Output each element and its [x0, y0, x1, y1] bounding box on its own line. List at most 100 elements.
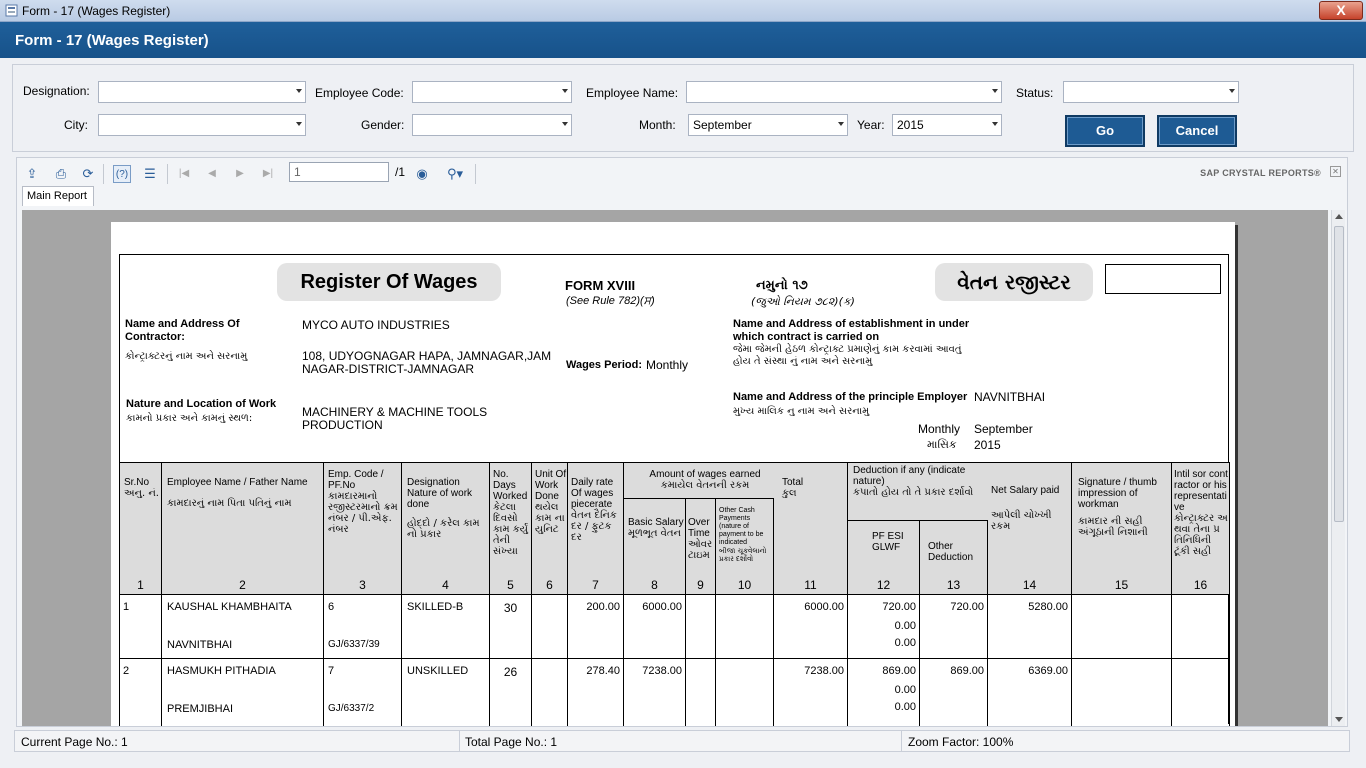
last-page-icon[interactable]: ▶| [259, 165, 277, 183]
table-row: 2 HASMUKH PITHADIA PREMJIBHAI 7 GJ/6337/2 … [119, 658, 1230, 726]
scrollbar-thumb[interactable] [1334, 226, 1344, 522]
total-page-status: Total Page No.: 1 [465, 735, 558, 749]
col-header-initials: Intil sor contractor or his representati… [1171, 462, 1230, 595]
city-label: City: [64, 118, 88, 132]
group-tree-icon[interactable]: ☰ [141, 165, 159, 183]
year-label: Year: [857, 118, 885, 132]
col-header-pf: Deduction if any (indicate nature) કપાતો … [847, 462, 988, 595]
help-icon[interactable]: (?) [113, 165, 131, 183]
gender-label: Gender: [361, 118, 405, 132]
page-total: /1 [395, 165, 406, 179]
report-page: Register Of Wages FORM XVIII (See Rule 7… [111, 222, 1235, 726]
work-value: MACHINERY & MACHINE TOOLS PRODUCTION [302, 405, 488, 432]
status-select[interactable] [1063, 81, 1239, 103]
establishment-label: Name and Address of establishment in und… [733, 318, 970, 343]
designation-label: Designation: [23, 84, 90, 98]
contractor-name: MYCO AUTO INDUSTRIES [302, 318, 450, 332]
window-close-button[interactable]: X [1319, 1, 1363, 20]
form-rule: (See Rule 782)(ਸ) [566, 295, 655, 307]
wages-table: Sr.No અનુ. નં. 1 Employee Name / Father Na… [119, 462, 1230, 726]
close-icon[interactable]: ✕ [1330, 166, 1341, 177]
status-label: Status: [1016, 86, 1054, 100]
work-label-gujarati: કામનો પ્રકાર અને કામનું સ્થળ: [126, 413, 253, 424]
col-header-name: Employee Name / Father Name કામદારનું નામ… [161, 462, 324, 595]
monthly-label-gujarati: માસિક [927, 438, 957, 451]
col-header-sr: Sr.No અનુ. નં. 1 [119, 462, 162, 595]
col-header-code: Emp. Code / PF.No કામદારમાનો રજીસ્ટરમાનો … [323, 462, 402, 595]
designation-select[interactable] [98, 81, 306, 103]
col-header-designation: Designation Nature of work done હોદ્દો / … [401, 462, 490, 595]
window-title: Form - 17 (Wages Register) [22, 4, 171, 18]
page-header: Form - 17 (Wages Register) [0, 22, 1366, 58]
employee-name-label: Employee Name: [586, 86, 679, 100]
page-title: Form - 17 (Wages Register) [15, 32, 209, 49]
chevron-down-icon [838, 122, 844, 126]
form-number-gujarati: નમુનો ૧૭ [756, 278, 808, 293]
work-label: Nature and Location of Work [126, 398, 277, 410]
chevron-down-icon [562, 122, 568, 126]
col-header-unit: Unit Of Work Done થયેલ કામ ના યુનિટ 6 [531, 462, 568, 595]
status-bar: Current Page No.: 1 Total Page No.: 1 Zo… [14, 730, 1350, 752]
tab-main-report[interactable]: Main Report [22, 186, 94, 206]
col-header-signature: Signature / thumb impression of workman ક… [1071, 462, 1172, 595]
chevron-down-icon [992, 89, 998, 93]
go-button[interactable]: Go [1065, 115, 1145, 147]
principal-employer-label-gujarati: મુખ્ય માલિક નુ નામ અને સરનામુ [733, 406, 870, 417]
employee-code-label: Employee Code: [315, 86, 404, 100]
deduction-group-header: Deduction if any (indicate nature) કપાતો … [848, 463, 988, 521]
find-icon[interactable]: ◉ [413, 165, 431, 183]
gender-select[interactable] [412, 114, 572, 136]
print-icon[interactable]: ⎙ [52, 165, 70, 183]
window-titlebar: Form - 17 (Wages Register) X [0, 0, 1366, 22]
chevron-down-icon [296, 89, 302, 93]
contractor-label-gujarati: કોન્ટ્રાક્ટરનું નામ અને સરનામુ [125, 351, 248, 362]
principal-employer-value: NAVNITBHAI [974, 390, 1046, 404]
filter-panel: Designation: Employee Code: Employee Nam… [12, 64, 1354, 152]
report-year: 2015 [974, 438, 1001, 452]
wages-period-value: Monthly [646, 358, 689, 372]
current-page-status: Current Page No.: 1 [21, 735, 128, 749]
chevron-down-icon [562, 89, 568, 93]
cancel-button[interactable]: Cancel [1157, 115, 1237, 147]
chevron-down-icon [1229, 89, 1235, 93]
prev-page-icon[interactable]: ◀ [203, 165, 221, 183]
table-header-row: Sr.No અનુ. નં. 1 Employee Name / Father Na… [119, 462, 1230, 595]
first-page-icon[interactable]: |◀ [175, 165, 193, 183]
col-header-rate: Daily rate Of wages piecerate વેતન દૈનિક … [567, 462, 624, 595]
wages-group-header: Amount of wages earned કમાયેલ વેતનની રકમ [624, 463, 774, 499]
zoom-status: Zoom Factor: 100% [908, 735, 1014, 749]
page-number-input[interactable]: 1 [289, 162, 389, 182]
report-month: September [974, 422, 1033, 436]
vertical-scrollbar[interactable] [1331, 210, 1345, 726]
chevron-down-icon [296, 122, 302, 126]
employee-code-select[interactable] [412, 81, 572, 103]
scroll-up-icon[interactable] [1335, 214, 1343, 219]
contractor-label: Name and Address Of Contractor: [125, 318, 240, 343]
report-viewer: ⇪ ⎙ ⟳ (?) ☰ |◀ ◀ ▶ ▶| 1 /1 ◉ ⚲▾ SAP CRYS… [16, 157, 1348, 727]
contractor-address: 108, UDYOGNAGAR HAPA, JAMNAGAR,JAMNAGAR-… [302, 349, 552, 376]
chevron-down-icon [992, 122, 998, 126]
crystal-reports-brand: SAP CRYSTAL REPORTS® [1200, 168, 1321, 178]
refresh-icon[interactable]: ⟳ [79, 165, 97, 183]
monthly-label: Monthly [918, 422, 961, 436]
form-number: FORM XVIII [565, 278, 636, 293]
table-row: 1 KAUSHAL KHAMBHAITA NAVNITBHAI 6 GJ/6337/… [119, 594, 1230, 659]
employee-name-select[interactable] [686, 81, 1002, 103]
year-select[interactable]: 2015 [892, 114, 1002, 136]
col-header-days: No. Days Worked કેટલા દિવસો કામ કર્યું તે… [489, 462, 532, 595]
stamp-box [1105, 264, 1221, 294]
next-page-icon[interactable]: ▶ [231, 165, 249, 183]
month-select[interactable]: September [688, 114, 848, 136]
wages-period-label: Wages Period: [566, 359, 642, 371]
col-header-total: Total કુલ 11 [773, 462, 848, 595]
zoom-icon[interactable]: ⚲▾ [441, 165, 469, 183]
col-header-net: Net Salary paid આપેલી ચોખ્ખી રકમ 14 [987, 462, 1072, 595]
scroll-down-icon[interactable] [1335, 717, 1343, 722]
report-canvas: Register Of Wages FORM XVIII (See Rule 7… [22, 210, 1328, 726]
month-label: Month: [639, 118, 676, 132]
establishment-label-gujarati: જેમા જેમની હેઠળ કોન્ટ્રાક્ટ પ્રમાણેનું ક… [733, 344, 962, 367]
city-select[interactable] [98, 114, 306, 136]
report-title: Register Of Wages [277, 263, 501, 301]
export-icon[interactable]: ⇪ [23, 165, 41, 183]
principal-employer-label: Name and Address of the principle Employ… [733, 391, 968, 403]
